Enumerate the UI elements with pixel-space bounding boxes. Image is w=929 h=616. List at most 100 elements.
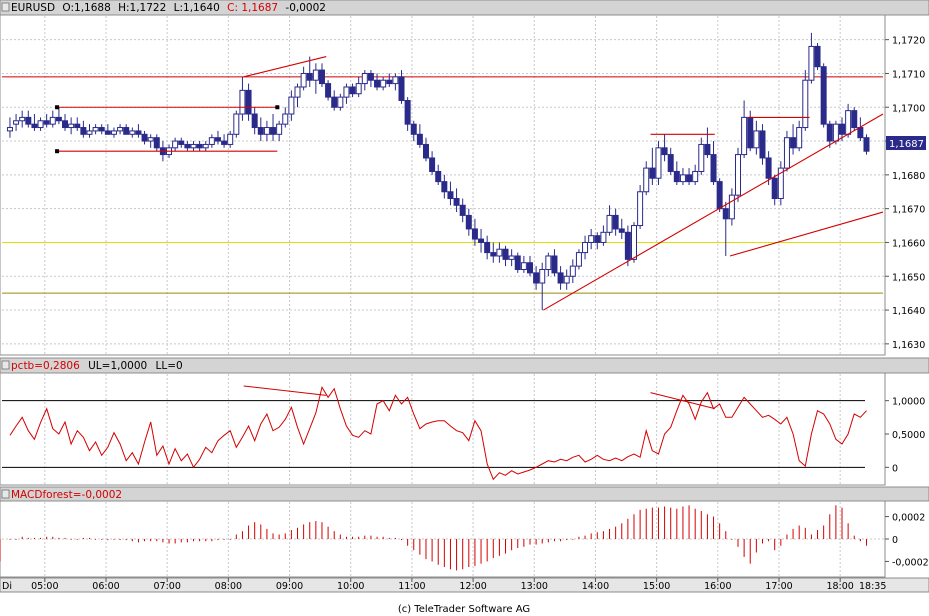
candle-body [661, 147, 668, 156]
candle-body [288, 96, 295, 115]
macd-y-tick-label: 0,0002 [892, 513, 925, 524]
candle-body [227, 133, 234, 145]
svg-text:EURUSD O:1,1688 H:: EURUSD O:1,1688 H:1,1722 L:1,1640 C: 1,1… [11, 2, 326, 14]
close-label: C: 1,1687 [227, 2, 278, 14]
candle-body [679, 174, 686, 183]
candle-body [618, 228, 625, 233]
x-tick-label: 09:00 [276, 581, 303, 592]
price-y-tick-label: 1,1680 [892, 171, 925, 182]
candle [575, 249, 582, 270]
price-y-tick-label: 1,1640 [892, 306, 925, 317]
candle-body [839, 123, 846, 135]
high-label: H:1,1722 [118, 2, 166, 14]
x-tick-label: 17:00 [765, 581, 792, 592]
candle-body [276, 123, 283, 135]
candle-body [37, 120, 44, 129]
candle-body [196, 143, 203, 149]
candle-body [62, 120, 69, 129]
candle-body [465, 214, 472, 230]
trend-line-handle [55, 149, 60, 154]
candle-body [245, 89, 252, 115]
candle-body [802, 79, 809, 129]
panel-menu-icon[interactable] [1, 2, 10, 12]
candle-body [796, 127, 803, 149]
macd-label: MACDforest= [11, 489, 82, 501]
candle-body [49, 116, 56, 125]
candle-body [478, 238, 485, 243]
candle [777, 161, 784, 206]
candle-body [190, 143, 197, 149]
candle-body [484, 241, 491, 254]
candle-body [686, 174, 693, 183]
last-price-value: 1,1687 [889, 139, 924, 150]
candle-body [239, 89, 246, 115]
pctb-ll-label: LL=0 [156, 360, 183, 372]
candle-body [13, 120, 20, 125]
macd-panel: MACDforest=-0,0002 0,00020-0,0002 [0, 486, 929, 578]
pctb-ul-label: UL=1,0000 [88, 360, 147, 372]
price-y-tick-label: 1,1630 [892, 340, 925, 351]
candle-body [172, 140, 179, 149]
candle [735, 147, 742, 202]
candle-body [43, 120, 50, 125]
svg-text:pctb=0,2806 UL=1,0000: pctb=0,2806 UL=1,0000 LL=0 [11, 360, 183, 372]
x-tick-label: 11:00 [398, 581, 425, 592]
candle-body [759, 130, 766, 159]
candle-body [435, 170, 442, 183]
candle-body [630, 225, 637, 260]
candle-body [263, 127, 270, 135]
price-panel-frame [0, 0, 886, 356]
pctb-y-tick-label: 0 [892, 463, 898, 474]
pctb-label: pctb= [11, 360, 43, 372]
candle-body [575, 252, 582, 267]
price-y-tick-label: 1,1670 [892, 205, 925, 216]
candle-body [367, 72, 374, 81]
candle-body [496, 248, 503, 257]
candle-body [104, 130, 111, 135]
pctb-panel-menu-icon[interactable] [1, 360, 10, 370]
candle-body [612, 214, 619, 230]
candle-body [374, 79, 381, 88]
candle-body [698, 143, 705, 172]
x-axis: Di 05:00 06:00 07:00 08:00 09:00 10:00 11:00 12… [0, 577, 929, 593]
macd-y-axis: 0,0002 0 -0,0002 [885, 513, 929, 568]
candle-body [422, 143, 429, 159]
candle-body [117, 127, 124, 132]
price-panel: EURUSD O:1,1688 H:1,1722 L:1,1640 C: 1,1… [0, 0, 929, 356]
candle-body [202, 143, 209, 149]
open-label: O:1,1688 [62, 2, 110, 14]
candle-body [704, 143, 711, 156]
candle [863, 134, 870, 155]
candle-body [808, 45, 815, 81]
candle-body [257, 127, 264, 135]
candle-body [765, 157, 772, 179]
candle-body [25, 116, 32, 125]
candle [325, 80, 332, 101]
candle-body [300, 72, 307, 88]
macd-panel-menu-icon[interactable] [1, 489, 10, 499]
candle-body [337, 96, 344, 108]
price-y-axis: 1,17201,17101,17001,16901,16801,16701,16… [885, 36, 925, 351]
x-tick-label: 18:00 [826, 581, 853, 592]
candle-body [361, 72, 368, 85]
candle-body [826, 123, 833, 142]
candle-body [783, 137, 790, 169]
price-y-tick-label: 1,1660 [892, 238, 925, 249]
symbol-label: EURUSD [11, 2, 55, 14]
candle-body [533, 272, 540, 284]
candle-body [863, 137, 870, 152]
candle-body [92, 127, 99, 132]
candle-body [563, 275, 570, 284]
candle [514, 252, 521, 273]
x-axis-last-label: 18:35 [859, 581, 886, 592]
candle-body [123, 127, 130, 135]
candle-body [741, 116, 748, 156]
candle-body [459, 204, 466, 216]
candle-body [410, 123, 417, 135]
candle-body [508, 255, 515, 260]
candle-body [31, 123, 38, 129]
candle [851, 107, 858, 131]
price-y-tick-label: 1,1720 [892, 36, 925, 47]
candle-body [606, 214, 613, 233]
candle-body [80, 127, 87, 135]
